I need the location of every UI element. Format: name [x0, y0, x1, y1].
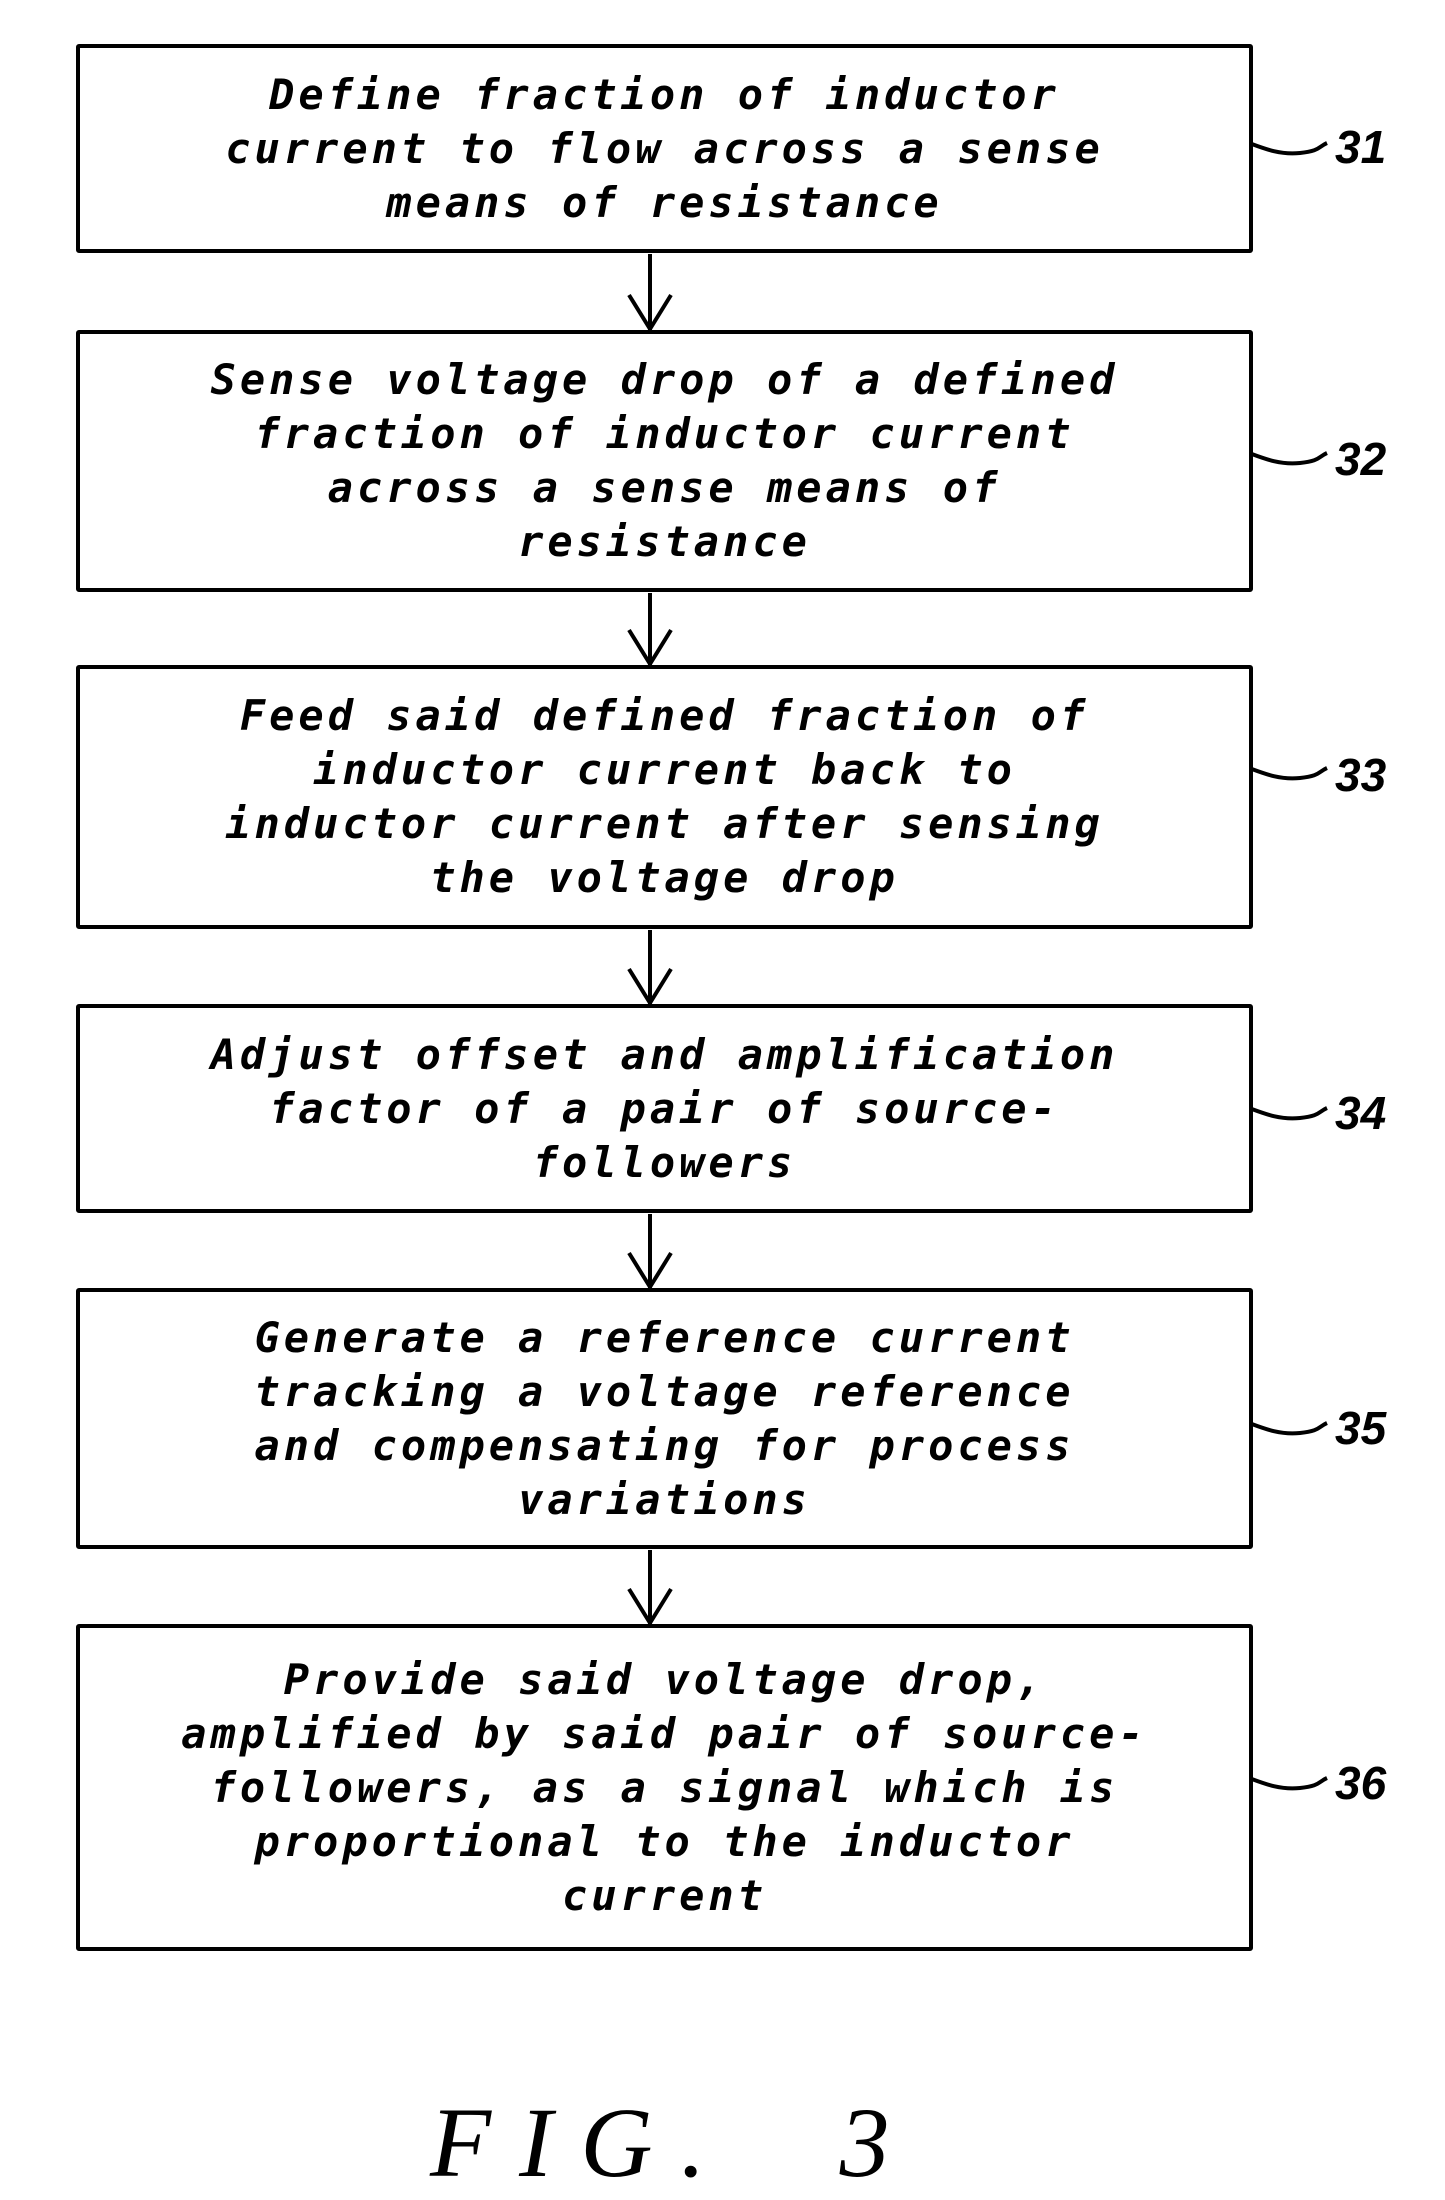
leader-line-32 — [1248, 451, 1328, 466]
ref-numeral-33: 33 — [1335, 749, 1387, 801]
leader-line-35 — [1248, 1421, 1328, 1436]
figure-caption: FIG. 3 — [430, 2087, 918, 2198]
ref-numeral-36: 36 — [1335, 1757, 1387, 1809]
step-text-34: Adjust offset and amplification factor o… — [210, 1029, 1119, 1187]
step-box-35: Generate a reference current tracking a … — [76, 1288, 1253, 1549]
leader-line-36 — [1248, 1776, 1328, 1791]
step-box-34: Adjust offset and amplification factor o… — [76, 1004, 1253, 1213]
leader-line-31 — [1248, 141, 1328, 156]
step-text-33: Feed said defined fraction of inductor c… — [225, 691, 1104, 902]
arrow-31-to-32 — [627, 254, 673, 333]
step-box-31: Define fraction of inductor current to f… — [76, 44, 1253, 253]
ref-numeral-35: 35 — [1335, 1402, 1387, 1454]
arrow-35-to-36 — [627, 1550, 673, 1627]
leader-line-34 — [1248, 1106, 1328, 1121]
ref-numeral-31: 31 — [1335, 121, 1387, 173]
step-text-31: Define fraction of inductor current to f… — [225, 69, 1104, 227]
step-box-32: Sense voltage drop of a defined fraction… — [76, 330, 1253, 592]
step-text-35: Generate a reference current tracking a … — [254, 1312, 1075, 1524]
arrow-34-to-35 — [627, 1214, 673, 1291]
step-box-33: Feed said defined fraction of inductor c… — [76, 665, 1253, 929]
arrow-32-to-33 — [627, 593, 673, 668]
step-text-32: Sense voltage drop of a defined fraction… — [210, 355, 1119, 566]
step-text-36: Provide said voltage drop, amplified by … — [181, 1654, 1148, 1920]
step-box-36: Provide said voltage drop, amplified by … — [76, 1624, 1253, 1951]
ref-numeral-32: 32 — [1335, 433, 1387, 485]
leader-line-33 — [1248, 766, 1328, 781]
ref-numeral-34: 34 — [1335, 1087, 1387, 1139]
arrow-33-to-34 — [627, 930, 673, 1007]
